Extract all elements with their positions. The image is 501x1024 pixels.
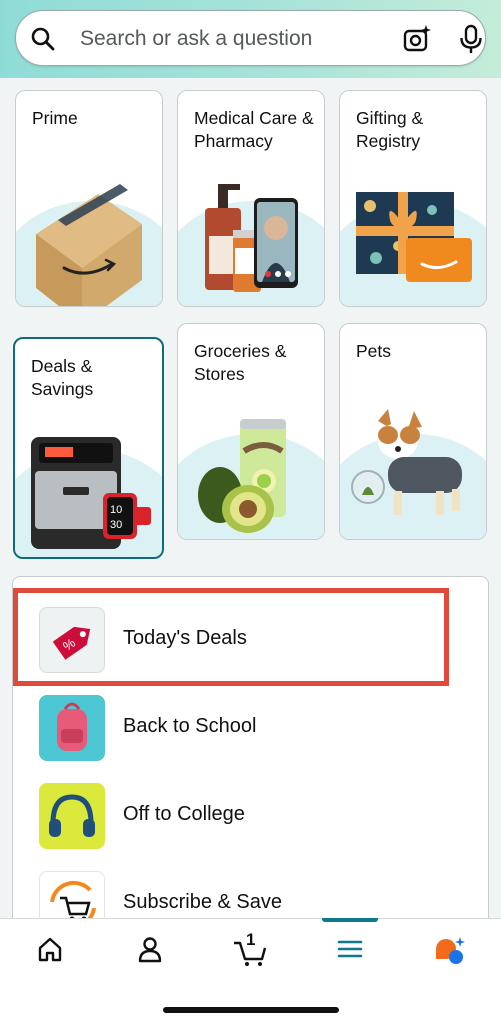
- cart-count: 1: [246, 930, 256, 949]
- tile-label: Gifting & Registry: [356, 108, 424, 151]
- highlight-box: [13, 588, 449, 686]
- search-input[interactable]: Search or ask a question: [80, 27, 312, 51]
- header: Search or ask a question: [0, 0, 501, 78]
- air-fryer-watch-image: 10 30: [31, 437, 151, 549]
- tile-medical-care[interactable]: Medical Care & Pharmacy: [177, 90, 325, 307]
- watch-hour: 10: [110, 504, 122, 516]
- rufus-chat-icon: [436, 937, 465, 964]
- tile-label: Medical Care & Pharmacy: [194, 108, 314, 151]
- tile-label: Groceries & Stores: [194, 341, 287, 384]
- home-icon: [38, 937, 62, 962]
- prime-box-image: [36, 184, 142, 306]
- list-item-label: Subscribe & Save: [123, 891, 282, 913]
- search-icon: [31, 27, 55, 51]
- active-tab-indicator: [322, 918, 378, 922]
- account-icon: [138, 937, 162, 963]
- tile-label: Deals & Savings: [31, 356, 94, 399]
- pharmacy-image: [205, 184, 298, 292]
- camera-sparkle-icon[interactable]: [402, 24, 432, 54]
- home-indicator[interactable]: [163, 1007, 339, 1013]
- tab-home[interactable]: [0, 919, 100, 981]
- menu-icon: [337, 940, 363, 958]
- tile-deals-savings[interactable]: Deals & Savings 10 30: [13, 337, 164, 559]
- backpack-icon: [39, 695, 105, 761]
- tab-menu[interactable]: [300, 919, 400, 981]
- headphones-icon: [39, 783, 105, 849]
- groceries-image: [198, 419, 286, 533]
- tile-gifting-registry[interactable]: Gifting & Registry: [339, 90, 487, 307]
- gift-box-image: [356, 192, 472, 282]
- search-bar[interactable]: Search or ask a question: [15, 10, 486, 66]
- watch-minute: 30: [110, 519, 122, 531]
- tile-prime[interactable]: Prime: [15, 90, 163, 307]
- list-item-off-to-college[interactable]: Off to College: [13, 777, 490, 857]
- tab-rufus[interactable]: [400, 919, 500, 981]
- list-item-label: Back to School: [123, 715, 257, 737]
- tab-cart[interactable]: [200, 919, 300, 981]
- list-item-label: Off to College: [123, 803, 245, 825]
- tile-label: Prime: [32, 108, 78, 128]
- tile-label: Pets: [356, 341, 392, 361]
- corgi-image: [351, 409, 462, 515]
- tile-groceries-stores[interactable]: Groceries & Stores: [177, 323, 325, 540]
- tab-account[interactable]: [100, 919, 200, 981]
- list-item-back-to-school[interactable]: Back to School: [13, 689, 490, 769]
- microphone-icon[interactable]: [458, 24, 484, 54]
- tile-pets[interactable]: Pets: [339, 323, 487, 540]
